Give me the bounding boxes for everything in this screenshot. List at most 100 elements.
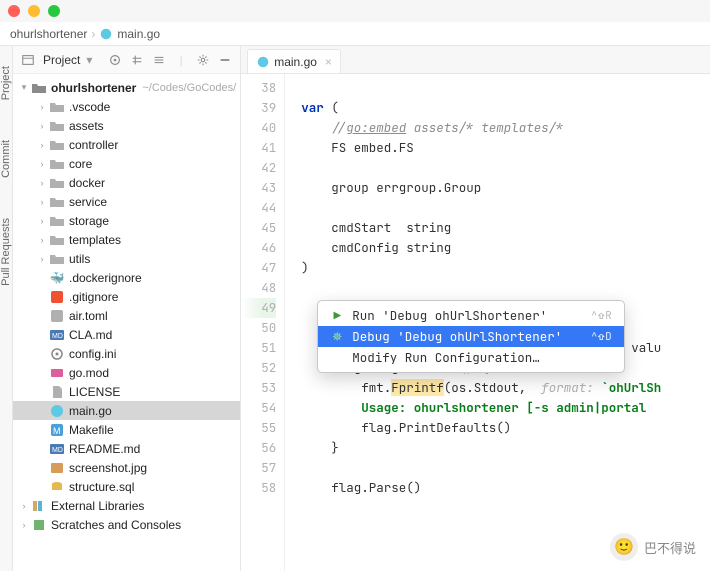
expand-all-icon[interactable] [128, 51, 146, 69]
tree-item-cla-md[interactable]: MD CLA.md [13, 325, 240, 344]
chevron-right-icon[interactable]: › [35, 140, 49, 150]
chevron-right-icon[interactable]: › [35, 178, 49, 188]
line-number[interactable]: 47 [241, 258, 276, 278]
tree-root[interactable]: ▾ ohurlshortener ~/Codes/GoCodes/ [13, 78, 240, 97]
menu-run[interactable]: ▶ Run 'Debug ohUrlShortener' ^⇧R [318, 305, 624, 326]
tree-item-readme-md[interactable]: MD README.md [13, 439, 240, 458]
breadcrumb-file[interactable]: main.go [117, 27, 160, 41]
line-number[interactable]: 58 [241, 478, 276, 498]
tab-main-go[interactable]: main.go × [247, 49, 341, 73]
chevron-right-icon[interactable]: › [17, 520, 31, 530]
tree-item--dockerignore[interactable]: 🐳 .dockerignore [13, 268, 240, 287]
tree-item-service[interactable]: › service [13, 192, 240, 211]
settings-gear-icon[interactable] [194, 51, 212, 69]
tree-item-makefile[interactable]: M Makefile [13, 420, 240, 439]
code-line[interactable]: Usage: ohurlshortener [-s admin|portal [301, 398, 710, 418]
line-number[interactable]: 45 [241, 218, 276, 238]
sql-icon [49, 479, 65, 495]
line-number[interactable]: 53 [241, 378, 276, 398]
code-line[interactable]: cmdStart string [301, 218, 710, 238]
line-number[interactable]: 52 [241, 358, 276, 378]
sidebar-tab-pull-requests[interactable]: Pull Requests [0, 218, 12, 286]
code-line[interactable]: flag.PrintDefaults() [301, 418, 710, 438]
line-number[interactable]: 50 [241, 318, 276, 338]
tree-item-docker[interactable]: › docker [13, 173, 240, 192]
line-number[interactable]: 57 [241, 458, 276, 478]
tree-item-license[interactable]: LICENSE [13, 382, 240, 401]
tree-scratches[interactable]: › Scratches and Consoles [13, 515, 240, 534]
chevron-down-icon[interactable]: ▾ [86, 53, 92, 67]
close-window-button[interactable] [8, 5, 20, 17]
code-line[interactable]: flag.Parse() [301, 478, 710, 498]
line-number[interactable]: 43 [241, 178, 276, 198]
line-number[interactable]: 41 [241, 138, 276, 158]
code-line[interactable]: } [301, 438, 710, 458]
code-line[interactable] [301, 158, 710, 178]
code-line[interactable]: group errgroup.Group [301, 178, 710, 198]
code-line[interactable]: cmdConfig string [301, 238, 710, 258]
tree-item--vscode[interactable]: › .vscode [13, 97, 240, 116]
line-number[interactable]: 46 [241, 238, 276, 258]
menu-debug[interactable]: ✵ Debug 'Debug ohUrlShortener' ^⇧D [318, 326, 624, 347]
code-line[interactable]: var ( [301, 98, 710, 118]
line-number[interactable]: 39 [241, 98, 276, 118]
line-number[interactable]: 49 [241, 298, 276, 318]
tree-item-go-mod[interactable]: go.mod [13, 363, 240, 382]
chevron-right-icon[interactable]: › [35, 216, 49, 226]
collapse-all-icon[interactable] [150, 51, 168, 69]
line-number[interactable]: 56 [241, 438, 276, 458]
chevron-right-icon[interactable]: › [35, 121, 49, 131]
hide-panel-icon[interactable] [216, 51, 234, 69]
minimize-window-button[interactable] [28, 5, 40, 17]
tree-item-templates[interactable]: › templates [13, 230, 240, 249]
tree-item-controller[interactable]: › controller [13, 135, 240, 154]
tree-item-structure-sql[interactable]: structure.sql [13, 477, 240, 496]
code-area[interactable]: 3839404142434445464748495051525354555657… [241, 74, 710, 571]
tree-item-main-go[interactable]: main.go [13, 401, 240, 420]
chevron-right-icon[interactable]: › [35, 254, 49, 264]
line-number[interactable]: 44 [241, 198, 276, 218]
tree-item-config-ini[interactable]: config.ini [13, 344, 240, 363]
line-number[interactable]: 51 [241, 338, 276, 358]
code-line[interactable]: FS embed.FS [301, 138, 710, 158]
chevron-right-icon[interactable]: › [17, 501, 31, 511]
chevron-right-icon[interactable]: › [35, 102, 49, 112]
maximize-window-button[interactable] [48, 5, 60, 17]
line-number[interactable]: 40 [241, 118, 276, 138]
tree-item-screenshot-jpg[interactable]: screenshot.jpg [13, 458, 240, 477]
code-line[interactable] [301, 278, 710, 298]
code-line[interactable]: fmt.Fprintf(os.Stdout, format: `ohUrlSh [301, 378, 710, 398]
chevron-down-icon[interactable]: ▾ [17, 82, 31, 93]
tree-item-utils[interactable]: › utils [13, 249, 240, 268]
chevron-right-icon[interactable]: › [35, 197, 49, 207]
chevron-right-icon[interactable]: › [35, 235, 49, 245]
code-line[interactable]: //go:embed assets/* templates/* [301, 118, 710, 138]
tree-external-libraries[interactable]: › External Libraries [13, 496, 240, 515]
tree-item-air-toml[interactable]: air.toml [13, 306, 240, 325]
line-number[interactable]: 38 [241, 78, 276, 98]
line-gutter[interactable]: 3839404142434445464748495051525354555657… [241, 74, 285, 571]
code-line[interactable] [301, 458, 710, 478]
sidebar-tab-commit[interactable]: Commit [0, 140, 12, 178]
project-view-icon[interactable] [19, 51, 37, 69]
breadcrumb-project[interactable]: ohurlshortener [10, 27, 87, 41]
chevron-right-icon[interactable]: › [35, 159, 49, 169]
tree-item-storage[interactable]: › storage [13, 211, 240, 230]
code-line[interactable] [301, 198, 710, 218]
sidebar-tab-project[interactable]: Project [0, 66, 12, 100]
project-tree[interactable]: ▾ ohurlshortener ~/Codes/GoCodes/ › .vsc… [13, 74, 240, 571]
tree-item-core[interactable]: › core [13, 154, 240, 173]
line-number[interactable]: 42 [241, 158, 276, 178]
project-panel-title[interactable]: Project [43, 53, 80, 67]
line-number[interactable]: 55 [241, 418, 276, 438]
select-opened-file-icon[interactable] [106, 51, 124, 69]
close-tab-icon[interactable]: × [325, 55, 332, 69]
folder-icon [49, 175, 65, 191]
tree-item--gitignore[interactable]: .gitignore [13, 287, 240, 306]
code-line[interactable] [301, 78, 710, 98]
line-number[interactable]: 48 [241, 278, 276, 298]
menu-modify-config[interactable]: Modify Run Configuration… [318, 347, 624, 368]
line-number[interactable]: 54 [241, 398, 276, 418]
code-line[interactable]: ) [301, 258, 710, 278]
tree-item-assets[interactable]: › assets [13, 116, 240, 135]
